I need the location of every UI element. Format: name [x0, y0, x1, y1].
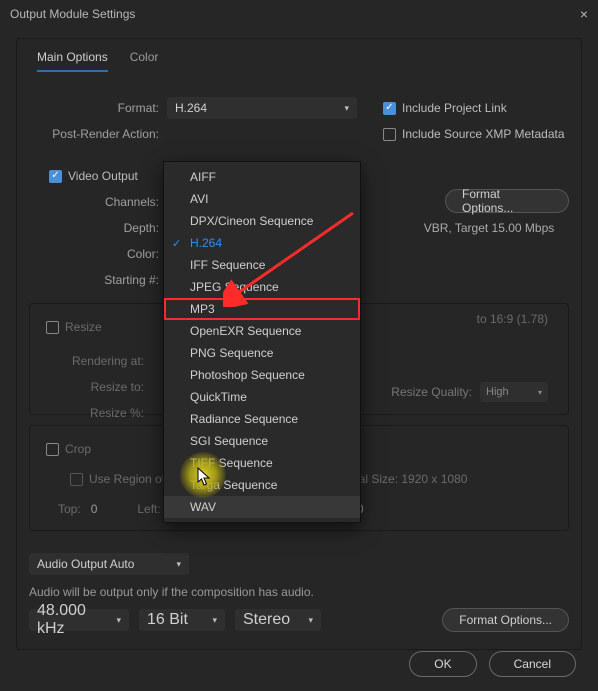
- audio-format-options-button[interactable]: Format Options...: [442, 608, 569, 632]
- format-option-iff-sequence[interactable]: IFF Sequence: [164, 254, 360, 276]
- cancel-button[interactable]: Cancel: [489, 651, 576, 677]
- titlebar: Output Module Settings ×: [0, 0, 598, 28]
- format-option-photoshop-sequence[interactable]: Photoshop Sequence: [164, 364, 360, 386]
- footer-buttons: OK Cancel: [409, 651, 576, 677]
- audio-depth-value: 16 Bit: [147, 611, 188, 629]
- checkbox-include-link[interactable]: [383, 102, 396, 115]
- tab-main-options[interactable]: Main Options: [37, 50, 108, 72]
- label-color: Color:: [29, 247, 167, 261]
- label-include-xmp: Include Source XMP Metadata: [402, 127, 565, 141]
- audio-rate-select[interactable]: 48.000 kHz▾: [29, 609, 129, 631]
- format-option-avi[interactable]: AVI: [164, 188, 360, 210]
- row-post-render: Post-Render Action: Include Source XMP M…: [29, 121, 569, 147]
- audio-output-mode-select[interactable]: Audio Output Auto ▾: [29, 553, 189, 575]
- label-channels: Channels:: [29, 195, 167, 209]
- row-audio-mode: Audio Output Auto ▾: [29, 551, 569, 577]
- label-resize-quality: Resize Quality:: [391, 385, 472, 399]
- label-top: Top:: [58, 502, 81, 516]
- include-link-wrap: Include Project Link: [383, 101, 507, 115]
- format-select[interactable]: H.264 ▾: [167, 97, 357, 119]
- format-option-dpx-cineon-sequence[interactable]: DPX/Cineon Sequence: [164, 210, 360, 232]
- format-option-png-sequence[interactable]: PNG Sequence: [164, 342, 360, 364]
- checkbox-resize[interactable]: [46, 321, 59, 334]
- format-option-openexr-sequence[interactable]: OpenEXR Sequence: [164, 320, 360, 342]
- format-select-value: H.264: [175, 101, 207, 115]
- label-include-link: Include Project Link: [402, 101, 507, 115]
- format-option-aiff[interactable]: AIFF: [164, 166, 360, 188]
- label-post-render: Post-Render Action:: [29, 127, 167, 141]
- label-left: Left:: [137, 502, 160, 516]
- audio-mode-value: Audio Output Auto: [37, 557, 134, 571]
- label-resize: Resize: [65, 320, 102, 334]
- format-option-targa-sequence[interactable]: Targa Sequence: [164, 474, 360, 496]
- format-option-mp3[interactable]: MP3: [164, 298, 360, 320]
- audio-rate-value: 48.000 kHz: [37, 602, 116, 638]
- resize-quality-select[interactable]: High ▾: [480, 382, 548, 402]
- format-option-wav[interactable]: WAV: [164, 496, 360, 518]
- checkbox-use-region[interactable]: [70, 473, 83, 486]
- resize-quality-value: High: [486, 386, 509, 398]
- resize-aspect-note: to 16:9 (1.78): [477, 312, 548, 326]
- main-panel: Main Options Color Format: H.264 ▾ Inclu…: [16, 38, 582, 650]
- chevron-down-icon: ▾: [116, 615, 121, 626]
- label-depth: Depth:: [29, 221, 167, 235]
- label-rendering-at: Rendering at:: [66, 354, 152, 368]
- label-format: Format:: [29, 101, 167, 115]
- resize-quality-wrap: Resize Quality: High ▾: [391, 382, 548, 402]
- format-option-jpeg-sequence[interactable]: JPEG Sequence: [164, 276, 360, 298]
- chevron-down-icon: ▾: [538, 388, 542, 397]
- label-video-output: Video Output: [68, 169, 138, 183]
- format-option-tiff-sequence[interactable]: TIFF Sequence: [164, 452, 360, 474]
- chevron-down-icon: ▾: [212, 615, 217, 626]
- format-dropdown[interactable]: AIFFAVIDPX/Cineon SequenceH.264IFF Seque…: [163, 161, 361, 523]
- window-title: Output Module Settings: [10, 7, 135, 21]
- tab-color[interactable]: Color: [130, 50, 159, 72]
- audio-hint: Audio will be output only if the composi…: [29, 585, 569, 599]
- format-option-h-264[interactable]: H.264: [164, 232, 360, 254]
- include-xmp-wrap: Include Source XMP Metadata: [383, 127, 565, 141]
- label-crop: Crop: [65, 442, 91, 456]
- format-option-radiance-sequence[interactable]: Radiance Sequence: [164, 408, 360, 430]
- format-option-sgi-sequence[interactable]: SGI Sequence: [164, 430, 360, 452]
- checkbox-crop[interactable]: [46, 443, 59, 456]
- audio-selects: 48.000 kHz▾ 16 Bit ▾ Stereo ▾ Format Optio…: [29, 609, 569, 631]
- audio-channels-value: Stereo: [243, 611, 290, 629]
- audio-channels-select[interactable]: Stereo ▾: [235, 609, 321, 631]
- label-resize-to: Resize to:: [66, 380, 152, 394]
- format-option-quicktime[interactable]: QuickTime: [164, 386, 360, 408]
- crop-top-value[interactable]: 0: [91, 502, 98, 516]
- ok-button[interactable]: OK: [409, 651, 476, 677]
- chevron-down-icon: ▾: [176, 559, 181, 570]
- label-resize-pct: Resize %:: [66, 406, 152, 420]
- chevron-down-icon: ▾: [344, 103, 349, 114]
- tabs: Main Options Color: [29, 38, 569, 80]
- audio-depth-select[interactable]: 16 Bit ▾: [139, 609, 225, 631]
- format-options-button[interactable]: Format Options...: [445, 189, 569, 213]
- vbr-info: VBR, Target 15.00 Mbps: [409, 221, 569, 235]
- chevron-down-icon: ▾: [308, 615, 313, 626]
- label-starting: Starting #:: [29, 273, 167, 287]
- checkbox-video-output[interactable]: [49, 170, 62, 183]
- checkbox-include-xmp[interactable]: [383, 128, 396, 141]
- row-format: Format: H.264 ▾ Include Project Link: [29, 95, 569, 121]
- close-icon[interactable]: ×: [580, 6, 588, 22]
